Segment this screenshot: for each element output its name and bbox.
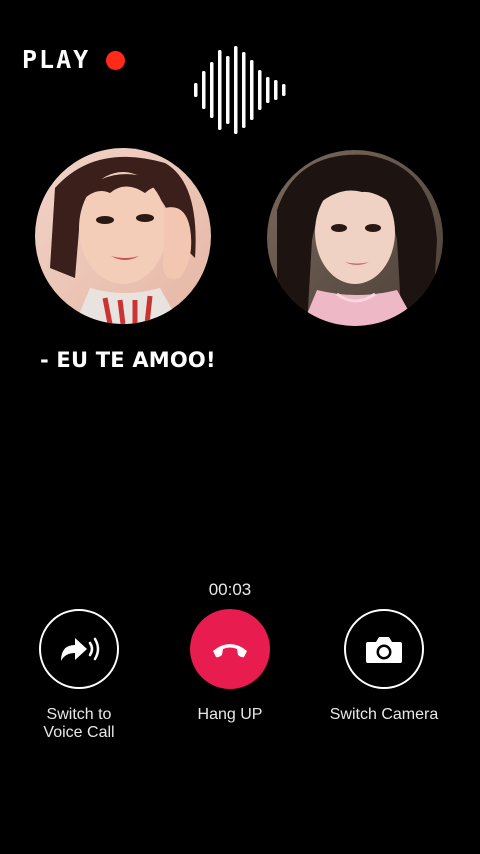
audio-waveform-icon xyxy=(192,42,292,138)
phone-hangup-icon xyxy=(213,644,247,658)
participant-right-avatar xyxy=(267,150,443,326)
voice-label-line1: Switch to xyxy=(46,706,112,723)
switch-to-voice-call-label: Switch to Voice Call xyxy=(19,706,139,742)
camera-icon xyxy=(366,637,402,663)
call-timer: 00:03 xyxy=(208,580,252,599)
switch-camera-button[interactable] xyxy=(344,609,424,689)
participant-left-avatar xyxy=(35,148,211,324)
caption-text: - EU TE AMOO! xyxy=(40,348,216,372)
voice-label-line2: Voice Call xyxy=(43,724,115,741)
switch-to-voice-call-button[interactable] xyxy=(39,609,119,689)
voice-call-forward-icon xyxy=(61,637,100,661)
hang-up-button[interactable] xyxy=(190,609,270,689)
play-label: PLAY xyxy=(22,45,91,74)
switch-camera-label: Switch Camera xyxy=(329,706,439,723)
hang-up-label: Hang UP xyxy=(197,706,263,723)
recording-dot xyxy=(106,51,125,70)
